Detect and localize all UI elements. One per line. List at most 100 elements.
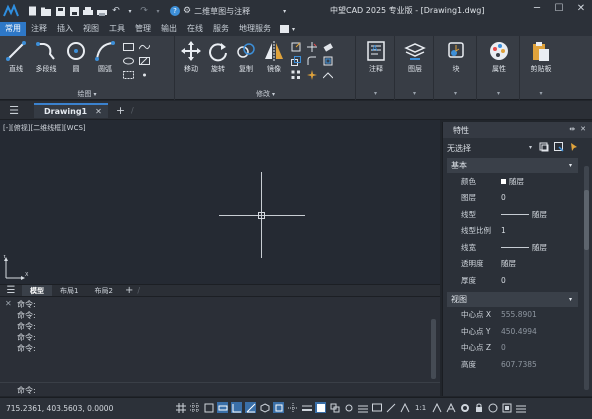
prop-row-layer[interactable]: 图层 0 [447, 190, 578, 207]
fillet-icon[interactable] [305, 54, 319, 67]
lineweight-icon[interactable] [301, 402, 312, 413]
annotation-scale-value[interactable]: 1:1 [415, 404, 426, 412]
stretch-icon[interactable] [289, 40, 303, 53]
annotation-scale-icon[interactable] [399, 402, 410, 413]
annotation-visibility-icon[interactable] [431, 402, 442, 413]
ellipse-icon[interactable] [121, 54, 135, 67]
help-icon[interactable]: ? [170, 6, 180, 16]
command-scrollbar[interactable] [431, 319, 436, 379]
tab-home[interactable]: 常用 [0, 22, 26, 36]
infer-icon[interactable] [203, 402, 214, 413]
properties-header[interactable]: 特性 ⇹ ✕ [443, 122, 592, 138]
prop-row-lineweight[interactable]: 线宽 随层 [447, 239, 578, 256]
scale-icon[interactable] [289, 54, 303, 67]
layer-dropdown-icon[interactable]: ▾ [396, 90, 433, 97]
workspace-dropdown-icon[interactable]: ▾ [283, 8, 286, 15]
gear-icon[interactable]: ⚙ [183, 6, 191, 16]
annotate-tool[interactable]: A 注释 [361, 40, 391, 74]
move-tool[interactable]: 移动 [176, 40, 206, 74]
block-tool[interactable]: 块 [441, 40, 471, 74]
ortho-icon[interactable] [231, 402, 242, 413]
tab-online[interactable]: 在线 [182, 22, 208, 36]
minimize-icon[interactable]: ─ [530, 3, 544, 14]
trim-icon[interactable] [305, 40, 319, 53]
new-file-icon[interactable] [26, 5, 38, 17]
maximize-icon[interactable]: ☐ [552, 3, 566, 14]
prop-row-center-x[interactable]: 中心点 X 555.8901 [447, 307, 578, 324]
open-folder-icon[interactable] [40, 5, 52, 17]
viewport-controls[interactable]: [-][俯视][二维线框][WCS] [3, 123, 86, 133]
tab-annotate[interactable]: 注释 [26, 22, 52, 36]
prop-row-linetype-scale[interactable]: 线型比例 1 [447, 223, 578, 240]
tab-layout1[interactable]: 布局1 [52, 285, 86, 297]
clipboard-dropdown-icon[interactable]: ▾ [521, 90, 561, 97]
workspace-settings-icon[interactable] [459, 402, 470, 413]
tab-tools[interactable]: 工具 [104, 22, 130, 36]
undo-dropdown-icon[interactable]: ▾ [124, 5, 136, 17]
layout-menu-icon[interactable]: ☰ [0, 285, 22, 296]
arc-tool[interactable]: 圆弧 [90, 40, 120, 74]
tab-insert[interactable]: 插入 [52, 22, 78, 36]
model-space-icon[interactable] [371, 402, 382, 413]
tab-output[interactable]: 输出 [156, 22, 182, 36]
palette-close-icon[interactable]: ✕ [580, 125, 586, 133]
ribbon-display-toggle[interactable]: ▾ [280, 25, 295, 33]
snap-icon[interactable] [189, 402, 200, 413]
lock-icon[interactable] [473, 402, 484, 413]
redo-icon[interactable]: ↷ [138, 5, 150, 17]
draw-group-title[interactable]: 绘图 ▾ [0, 89, 174, 99]
command-line[interactable]: 命令: [0, 382, 440, 396]
properties-dropdown-icon[interactable]: ▾ [478, 90, 519, 97]
rectangle-icon[interactable] [121, 40, 135, 53]
tracking-icon[interactable] [287, 402, 298, 413]
select-objects-icon[interactable] [554, 142, 564, 154]
transparency-icon[interactable] [315, 402, 326, 413]
save-as-icon[interactable] [68, 5, 80, 17]
clipboard-tool[interactable]: 剪贴板 [526, 40, 556, 74]
prop-row-center-z[interactable]: 中心点 Z 0 [447, 340, 578, 357]
selection-cycling-icon[interactable] [329, 402, 340, 413]
prop-row-color[interactable]: 颜色 随层 [447, 173, 578, 190]
block-dropdown-icon[interactable]: ▾ [435, 90, 476, 97]
prop-row-thickness[interactable]: 厚度 0 [447, 272, 578, 289]
annotate-dropdown-icon[interactable]: ▾ [357, 90, 394, 97]
command-close-icon[interactable]: ✕ [5, 299, 12, 308]
region-icon[interactable] [121, 68, 135, 81]
line-tool[interactable]: 直线 [1, 40, 31, 74]
polar-icon[interactable] [245, 402, 256, 413]
app-logo-icon[interactable] [0, 0, 22, 22]
modify-group-title[interactable]: 修改 ▾ [176, 89, 355, 99]
object-snap-icon[interactable] [273, 402, 284, 413]
close-tab-icon[interactable]: ✕ [95, 107, 102, 116]
layer-tool[interactable]: 图层 [400, 40, 430, 74]
explode-icon[interactable] [305, 68, 319, 81]
print-icon[interactable] [96, 5, 108, 17]
properties-tool[interactable]: 属性 [484, 40, 514, 74]
prop-row-height[interactable]: 高度 607.7385 [447, 356, 578, 373]
rotate-tool[interactable]: 旋转 [203, 40, 233, 74]
viewport-scale-icon[interactable] [385, 402, 396, 413]
annotation-monitor-icon[interactable] [357, 402, 368, 413]
grid-icon[interactable] [175, 402, 186, 413]
section-basic[interactable]: 基本 ▾ [447, 158, 578, 173]
prop-row-center-y[interactable]: 中心点 Y 450.4994 [447, 323, 578, 340]
clean-screen-icon[interactable] [515, 402, 526, 413]
polyline-tool[interactable]: 多段线 [31, 40, 61, 74]
workspace-switcher[interactable]: ? ⚙ 二维草图与注释 ▾ [170, 6, 286, 17]
dynamic-input-icon[interactable] [217, 402, 228, 413]
prop-row-linetype[interactable]: 线型 随层 [447, 206, 578, 223]
3d-osnap-icon[interactable] [343, 402, 354, 413]
erase-icon[interactable] [321, 40, 335, 53]
array-icon[interactable] [289, 68, 303, 81]
plot-icon[interactable] [82, 5, 94, 17]
tab-layout2[interactable]: 布局2 [86, 285, 120, 297]
quick-select-icon[interactable] [569, 142, 579, 154]
tab-model[interactable]: 模型 [22, 284, 52, 297]
tab-manage[interactable]: 管理 [130, 22, 156, 36]
offset-icon[interactable] [321, 54, 335, 67]
auto-scale-icon[interactable] [445, 402, 456, 413]
isometric-icon[interactable] [259, 402, 270, 413]
hardware-acceleration-icon[interactable] [501, 402, 512, 413]
section-view[interactable]: 视图 ▾ [447, 291, 578, 307]
join-icon[interactable] [321, 68, 335, 81]
